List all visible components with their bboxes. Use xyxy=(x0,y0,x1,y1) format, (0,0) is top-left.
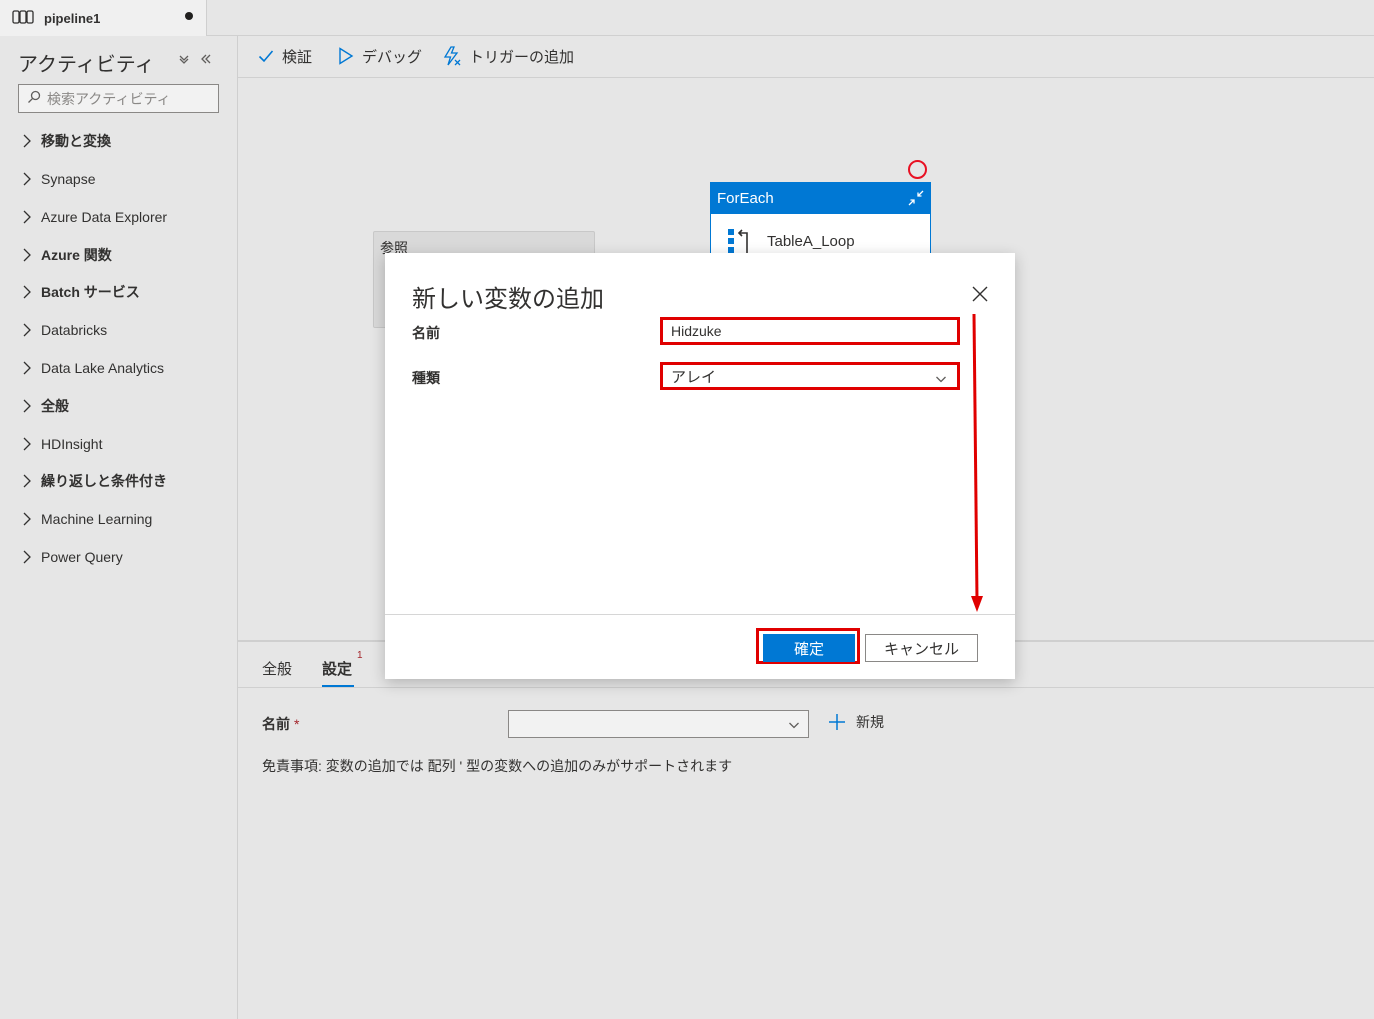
checkmark-icon xyxy=(258,50,274,63)
sidebar-title: アクティビティ xyxy=(18,54,155,76)
sidebar-item-azure-data-explorer[interactable]: Azure Data Explorer xyxy=(22,206,167,228)
sidebar-item-label: Azure 関数 xyxy=(41,247,112,263)
sidebar-item-iteration-conditionals[interactable]: 繰り返しと条件付き xyxy=(22,470,167,492)
ok-button[interactable]: 確定 xyxy=(763,634,855,662)
plus-icon xyxy=(829,714,845,730)
tab-pipeline1[interactable]: pipeline1 xyxy=(0,0,207,36)
play-icon xyxy=(339,47,354,65)
add-trigger-label: トリガーの追加 xyxy=(469,48,575,66)
variable-name-label: 名前 * xyxy=(262,714,299,734)
collapse-all-icon[interactable] xyxy=(178,52,190,68)
sidebar-item-label: Machine Learning xyxy=(41,511,153,527)
disclaimer-text: 免責事項: 変数の追加では 配列 ' 型の変数への追加のみがサポートされます xyxy=(262,758,733,774)
chevron-right-icon xyxy=(22,437,36,451)
sidebar-item-label: Databricks xyxy=(41,322,108,338)
variable-name-input[interactable] xyxy=(660,317,960,345)
sidebar-item-label: Data Lake Analytics xyxy=(41,360,164,376)
chevron-right-icon xyxy=(22,172,36,186)
search-icon xyxy=(27,90,41,107)
activity-search-input[interactable] xyxy=(47,90,207,107)
sidebar-item-label: 繰り返しと条件付き xyxy=(41,473,167,489)
cancel-button[interactable]: キャンセル xyxy=(865,634,978,662)
dialog-footer-divider xyxy=(385,614,1015,615)
sidebar-item-power-query[interactable]: Power Query xyxy=(22,546,123,568)
chevron-down-icon xyxy=(935,372,947,389)
activities-sidebar: アクティビティ 移動と変換 Synapse Azure Data Explore… xyxy=(0,36,238,1019)
sidebar-item-hdinsight[interactable]: HDInsight xyxy=(22,433,102,455)
validate-button[interactable]: 検証 xyxy=(258,36,312,76)
sidebar-item-label: 移動と変換 xyxy=(41,133,111,149)
pipeline-icon xyxy=(12,9,34,27)
sidebar-item-machine-learning[interactable]: Machine Learning xyxy=(22,508,152,530)
chevron-right-icon xyxy=(22,361,36,375)
settings-error-badge: 1 xyxy=(357,650,363,661)
tab-label: pipeline1 xyxy=(44,10,101,26)
sidebar-item-data-lake-analytics[interactable]: Data Lake Analytics xyxy=(22,357,164,379)
properties-panel: 全般 設定 1 名前 * 新規 免責事項: 変数の追加では 配列 ' 型の変数への… xyxy=(238,640,1374,1019)
sidebar-item-synapse[interactable]: Synapse xyxy=(22,168,95,190)
panel-divider xyxy=(238,687,1374,688)
foreach-header: ForEach xyxy=(711,183,930,214)
trigger-lightning-icon xyxy=(443,46,461,66)
chevron-right-icon xyxy=(22,248,36,262)
foreach-activity-name: TableA_Loop xyxy=(767,233,855,250)
variable-type-dropdown[interactable]: アレイ xyxy=(660,362,960,390)
tab-general[interactable]: 全般 xyxy=(262,658,292,679)
chevron-right-icon xyxy=(22,210,36,224)
tab-settings[interactable]: 設定 xyxy=(322,658,352,679)
chevron-right-icon xyxy=(22,285,36,299)
new-variable-button[interactable]: 新規 xyxy=(828,712,884,732)
close-button[interactable] xyxy=(969,283,991,305)
new-variable-label: 新規 xyxy=(856,714,884,730)
sidebar-item-label: Power Query xyxy=(41,549,123,565)
collapse-node-icon[interactable] xyxy=(907,189,925,211)
sidebar-item-batch-service[interactable]: Batch サービス xyxy=(22,281,140,303)
sidebar-item-label: Azure Data Explorer xyxy=(41,209,168,225)
chevron-down-icon xyxy=(788,718,800,734)
debug-button[interactable]: デバッグ xyxy=(338,36,422,76)
sidebar-item-move-transform[interactable]: 移動と変換 xyxy=(22,130,111,152)
variable-type-value: アレイ xyxy=(671,368,717,386)
annotation-arrow-icon xyxy=(971,313,983,612)
debug-label: デバッグ xyxy=(362,48,423,66)
variable-name-label-text: 名前 xyxy=(262,716,290,732)
sidebar-item-databricks[interactable]: Databricks xyxy=(22,319,107,341)
dialog-type-label: 種類 xyxy=(412,370,440,386)
dialog-name-label: 名前 xyxy=(412,325,440,341)
sidebar-item-general[interactable]: 全般 xyxy=(22,395,69,417)
chevron-right-icon xyxy=(22,550,36,564)
chevron-right-icon xyxy=(22,323,36,337)
add-trigger-button[interactable]: トリガーの追加 xyxy=(443,36,574,76)
foreach-title: ForEach xyxy=(717,190,774,207)
variable-name-dropdown[interactable] xyxy=(508,710,809,738)
close-icon xyxy=(972,286,988,302)
sidebar-item-label: 全般 xyxy=(41,398,69,414)
chevron-right-icon xyxy=(22,512,36,526)
tab-bar: pipeline1 xyxy=(0,0,1374,36)
activity-search[interactable] xyxy=(18,84,219,113)
add-variable-dialog: 新しい変数の追加 名前 種類 アレイ 確定 キャンセル xyxy=(385,253,1015,679)
sidebar-item-azure-functions[interactable]: Azure 関数 xyxy=(22,244,112,266)
unsaved-dot-icon xyxy=(185,12,193,20)
sidebar-item-label: Synapse xyxy=(41,171,96,187)
sidebar-item-label: HDInsight xyxy=(41,436,103,452)
chevron-right-icon xyxy=(22,474,36,488)
hide-sidebar-icon[interactable] xyxy=(200,52,212,68)
sidebar-item-label: Batch サービス xyxy=(41,284,140,300)
dialog-title: 新しい変数の追加 xyxy=(412,286,604,313)
chevron-right-icon xyxy=(22,134,36,148)
chevron-right-icon xyxy=(22,399,36,413)
validate-label: 検証 xyxy=(282,48,313,66)
annotation-circle-icon xyxy=(908,160,927,179)
required-marker: * xyxy=(294,716,300,732)
foreach-activity-node[interactable]: ForEach TableA_Loop xyxy=(710,182,931,257)
pipeline-toolbar: 検証 デバッグ トリガーの追加 xyxy=(238,36,1374,78)
